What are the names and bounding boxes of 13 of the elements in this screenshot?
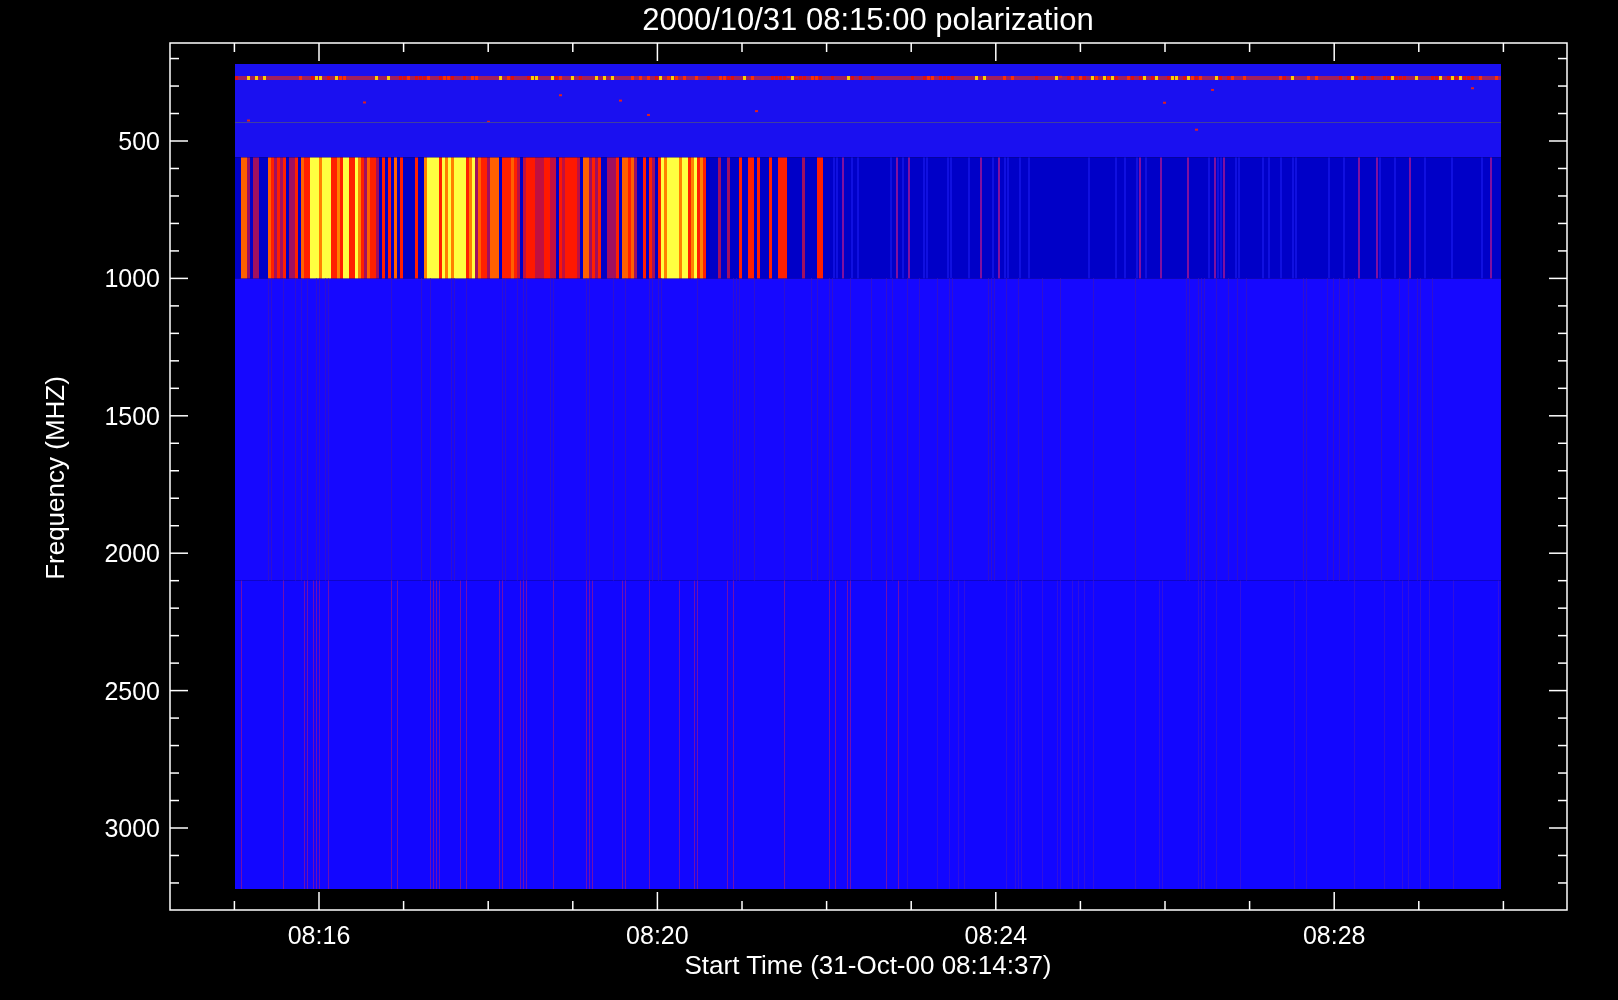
- axis-tick-label: 2000: [104, 539, 160, 568]
- axis-tick-label: 08:16: [287, 921, 351, 949]
- axis-tick-label: 08:28: [1302, 921, 1366, 949]
- y-axis-title: Frequency (MHZ): [40, 376, 70, 580]
- plot-title: 2000/10/31 08:15:00 polarization: [642, 2, 1094, 37]
- axis-tick-label: 1500: [104, 401, 160, 430]
- axis-tick-label: 08:20: [626, 921, 689, 949]
- x-axis-title: Start Time (31-Oct-00 08:14:37): [684, 950, 1052, 980]
- axis-tick-label: 08:24: [964, 921, 1028, 949]
- axis-tick-label: 2500: [104, 676, 160, 705]
- axis-tick-label: 3000: [104, 814, 160, 842]
- axis-tick-label: 500: [118, 127, 160, 155]
- axis-tick-label: 1000: [104, 264, 160, 293]
